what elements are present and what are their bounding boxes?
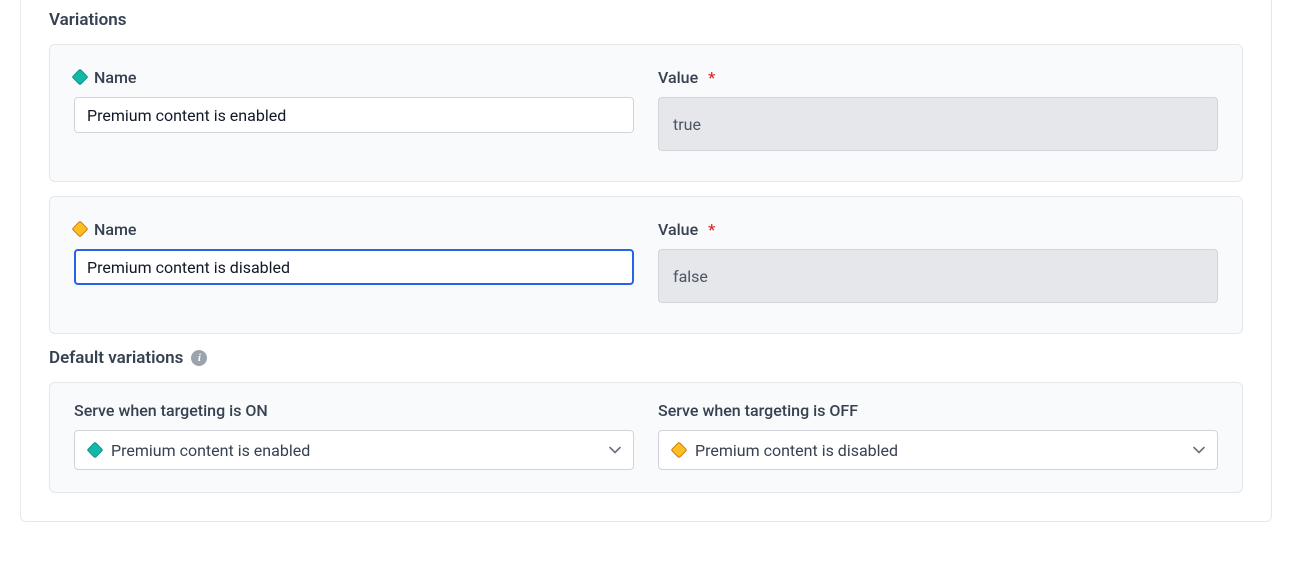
required-marker: * — [708, 68, 715, 87]
value-label: Value * — [658, 65, 1218, 89]
variations-heading-text: Variations — [49, 10, 126, 30]
variation-value-display: false — [658, 249, 1218, 303]
required-marker: * — [708, 220, 715, 239]
diamond-icon — [72, 69, 89, 86]
defaults-heading-text: Default variations — [49, 348, 183, 368]
variation-value-display: true — [658, 97, 1218, 151]
serve-off-label: Serve when targeting is OFF — [658, 401, 1218, 420]
value-label: Value * — [658, 217, 1218, 241]
value-label-text: Value — [658, 220, 698, 239]
settings-card: Variations Name Value * true — [20, 0, 1272, 522]
variation-name-input[interactable] — [74, 97, 634, 133]
name-label-text: Name — [94, 68, 136, 87]
name-label-text: Name — [94, 220, 136, 239]
diamond-icon — [87, 442, 104, 459]
serve-on-value: Premium content is enabled — [111, 441, 310, 460]
variation-value-text: true — [673, 115, 701, 134]
chevron-down-icon — [609, 444, 621, 456]
variation-panel: Name Value * true — [49, 44, 1243, 182]
defaults-heading: Default variations i — [49, 348, 1243, 368]
diamond-icon — [72, 221, 89, 238]
diamond-icon — [671, 442, 688, 459]
variation-name-input[interactable] — [74, 249, 634, 285]
variations-heading: Variations — [49, 10, 1243, 30]
serve-off-select[interactable]: Premium content is disabled — [658, 430, 1218, 470]
info-icon[interactable]: i — [191, 350, 207, 366]
serve-on-select[interactable]: Premium content is enabled — [74, 430, 634, 470]
serve-on-label: Serve when targeting is ON — [74, 401, 634, 420]
name-label: Name — [74, 65, 634, 89]
chevron-down-icon — [1193, 444, 1205, 456]
variation-panel: Name Value * false — [49, 196, 1243, 334]
name-label: Name — [74, 217, 634, 241]
defaults-panel: Serve when targeting is ON Premium conte… — [49, 382, 1243, 493]
serve-off-value: Premium content is disabled — [695, 441, 898, 460]
value-label-text: Value — [658, 68, 698, 87]
variation-value-text: false — [673, 267, 708, 286]
